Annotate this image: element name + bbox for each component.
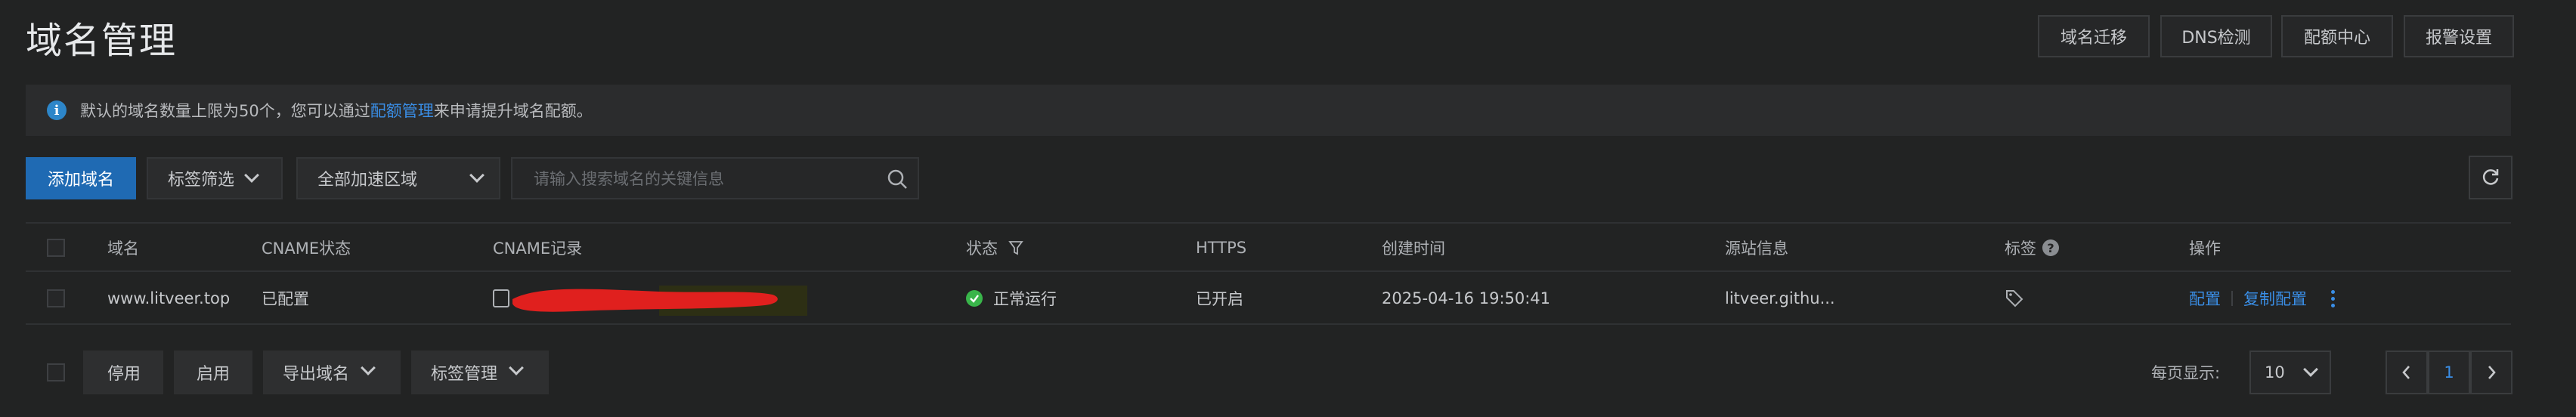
- page-title: 域名管理: [26, 20, 178, 62]
- prev-page-button[interactable]: [2386, 351, 2428, 394]
- chevron-left-icon: [2402, 366, 2410, 379]
- col-status-label: 状态: [966, 239, 998, 258]
- refresh-icon: [2482, 169, 2499, 185]
- page-size-label: 每页显示:: [2151, 364, 2221, 382]
- chevron-down-icon: [469, 168, 485, 183]
- chevron-down-icon: [244, 168, 259, 183]
- export-domains-dropdown[interactable]: 导出域名: [263, 351, 401, 394]
- disable-button[interactable]: 停用: [83, 351, 163, 394]
- filter-icon[interactable]: [1008, 239, 1023, 256]
- col-cname-status: CNAME状态: [262, 239, 351, 258]
- row-domain[interactable]: www.litveer.top: [107, 272, 230, 325]
- page-size-select[interactable]: 10: [2249, 351, 2331, 394]
- col-tags-label: 标签: [2005, 239, 2036, 258]
- next-page-button[interactable]: [2470, 351, 2513, 394]
- row-divider: [26, 323, 2511, 325]
- row-cname-record: [493, 272, 807, 325]
- quota-notice: i 默认的域名数量上限为50个，您可以通过 配额管理 来申请提升域名配额。: [26, 85, 2511, 136]
- tag-filter-dropdown[interactable]: 标签筛选: [147, 157, 283, 199]
- add-domain-button[interactable]: 添加域名: [26, 157, 136, 199]
- search-placeholder: 请输入搜索域名的关键信息: [534, 170, 724, 188]
- tag-management-label: 标签管理: [431, 365, 498, 384]
- domain-migration-button[interactable]: 域名迁移: [2038, 15, 2150, 57]
- ops-divider: [2231, 291, 2233, 306]
- col-created: 创建时间: [1382, 239, 1445, 258]
- col-https: HTTPS: [1196, 239, 1247, 257]
- page-1-button[interactable]: 1: [2428, 351, 2470, 394]
- chevron-down-icon: [2303, 362, 2318, 377]
- row-created: 2025-04-16 19:50:41: [1382, 289, 1551, 307]
- redaction-mark: [512, 286, 807, 316]
- row-status: 正常运行: [966, 272, 1057, 325]
- row-select-cell[interactable]: [47, 272, 65, 325]
- quota-management-link[interactable]: 配额管理: [370, 99, 434, 122]
- refresh-button[interactable]: [2469, 156, 2513, 199]
- col-status[interactable]: 状态: [966, 224, 1023, 272]
- select-all-cell[interactable]: [47, 224, 65, 272]
- help-icon[interactable]: ?: [2042, 239, 2059, 256]
- row-checkbox[interactable]: [47, 289, 65, 307]
- info-icon: i: [47, 100, 67, 120]
- col-ops: 操作: [2189, 239, 2221, 258]
- notice-text-after: 来申请提升域名配额。: [433, 102, 593, 120]
- export-label: 导出域名: [283, 365, 350, 384]
- page-size-value: 10: [2265, 363, 2285, 381]
- chevron-down-icon: [509, 360, 524, 375]
- row-cname-status: 已配置: [262, 290, 309, 308]
- header-divider: [26, 270, 2511, 272]
- region-label: 全部加速区域: [317, 171, 418, 190]
- more-vertical-icon[interactable]: [2331, 289, 2335, 307]
- config-link[interactable]: 配置: [2189, 287, 2221, 310]
- select-all-checkbox[interactable]: [47, 239, 65, 257]
- chevron-right-icon: [2488, 366, 2496, 379]
- chevron-down-icon: [361, 360, 376, 375]
- footer-select-all[interactable]: [47, 363, 65, 381]
- row-ops: 配置 复制配置: [2189, 272, 2335, 325]
- tag-management-dropdown[interactable]: 标签管理: [411, 351, 549, 394]
- search-input[interactable]: 请输入搜索域名的关键信息: [511, 157, 919, 199]
- copy-config-link[interactable]: 复制配置: [2243, 287, 2307, 310]
- row-tags[interactable]: [2005, 272, 2024, 325]
- notice-text-before: 默认的域名数量上限为50个，您可以通过: [80, 102, 370, 120]
- dns-check-button[interactable]: DNS检测: [2160, 15, 2272, 57]
- col-cname-record: CNAME记录: [493, 239, 583, 258]
- col-origin: 源站信息: [1725, 239, 1788, 258]
- enable-button[interactable]: 启用: [174, 351, 252, 394]
- check-circle-icon: [966, 290, 983, 307]
- tag-icon[interactable]: [2005, 289, 2024, 308]
- region-select[interactable]: 全部加速区域: [296, 157, 500, 199]
- table-top-border: [26, 222, 2511, 224]
- search-icon[interactable]: [886, 168, 909, 190]
- footer-checkbox[interactable]: [47, 363, 65, 381]
- row-https: 已开启: [1196, 290, 1243, 308]
- row-status-text: 正常运行: [993, 290, 1057, 308]
- copy-icon[interactable]: [493, 289, 509, 307]
- col-domain: 域名: [107, 239, 139, 258]
- col-tags: 标签 ?: [2005, 224, 2059, 272]
- row-origin: litveer.githu...: [1725, 289, 1835, 307]
- quota-center-button[interactable]: 配额中心: [2281, 15, 2393, 57]
- tag-filter-label: 标签筛选: [168, 171, 235, 190]
- alarm-settings-button[interactable]: 报警设置: [2404, 15, 2514, 57]
